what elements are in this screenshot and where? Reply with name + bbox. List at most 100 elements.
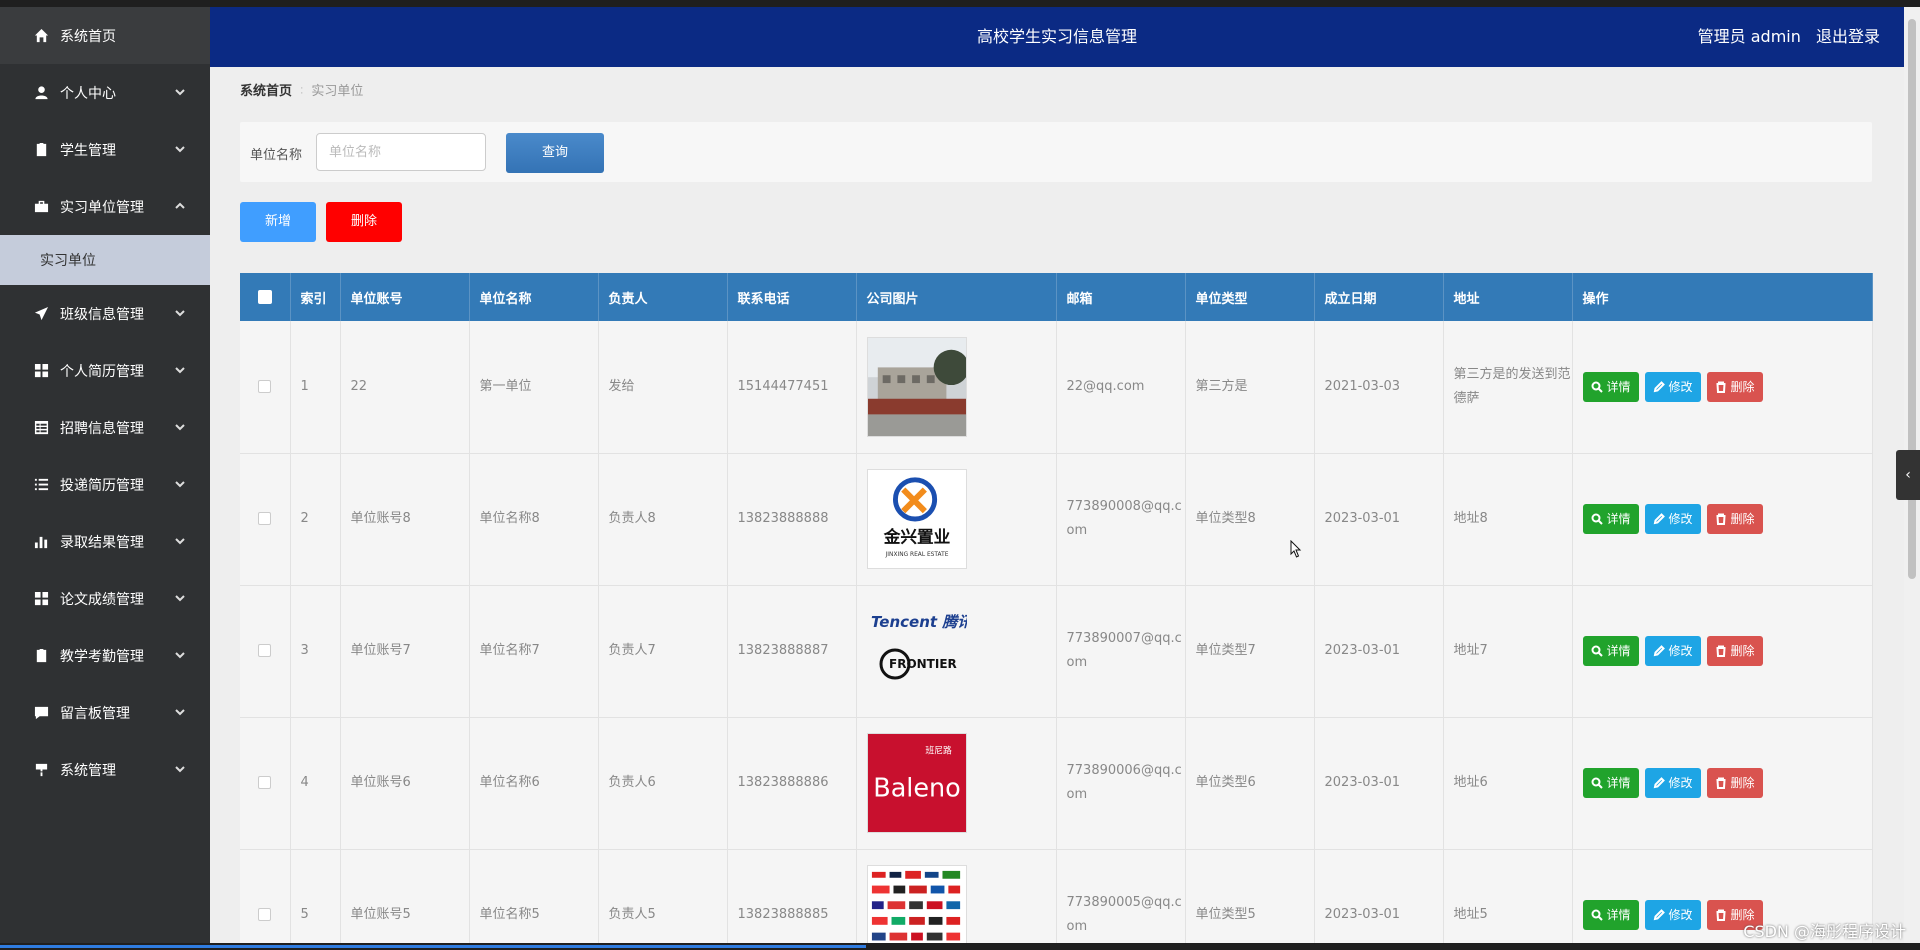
row-select-cell bbox=[240, 453, 291, 586]
chevron-down-icon bbox=[174, 421, 188, 435]
logout-link[interactable]: 退出登录 bbox=[1816, 27, 1880, 46]
briefcase-icon bbox=[32, 198, 50, 216]
select-all-checkbox[interactable] bbox=[257, 290, 272, 304]
progress-line bbox=[0, 945, 866, 948]
detail-button[interactable]: 详情 bbox=[1582, 900, 1639, 930]
jinxing-logo[interactable]: 金兴置业 JINXING REAL ESTATE bbox=[866, 469, 967, 569]
sidebar-item-home[interactable]: 系统首页 bbox=[0, 7, 210, 64]
trash-icon bbox=[1716, 777, 1726, 789]
sidebar-item-attendance[interactable]: 教学考勤管理 bbox=[0, 627, 210, 684]
query-button[interactable]: 查询 bbox=[506, 133, 604, 173]
edit-button[interactable]: 修改 bbox=[1644, 636, 1701, 666]
sidebar-subitem-internship-unit[interactable]: 实习单位 bbox=[0, 235, 210, 285]
edit-label: 修改 bbox=[1668, 776, 1693, 790]
sidebar-item-admission-results[interactable]: 录取结果管理 bbox=[0, 513, 210, 570]
sidebar-item-internship-units[interactable]: 实习单位管理 bbox=[0, 178, 210, 235]
list-icon bbox=[32, 476, 50, 494]
sidebar-item-personal-center[interactable]: 个人中心 bbox=[0, 64, 210, 121]
unit-name-input[interactable] bbox=[316, 133, 486, 171]
cell-address: 第三方是的发送到范德萨 bbox=[1443, 321, 1573, 454]
row-checkbox[interactable] bbox=[258, 512, 272, 525]
delete-row-button[interactable]: 删除 bbox=[1706, 371, 1763, 402]
cell-type: 单位类型7 bbox=[1185, 585, 1315, 718]
breadcrumb-home[interactable]: 系统首页 bbox=[240, 84, 292, 99]
detail-button[interactable]: 详情 bbox=[1582, 768, 1639, 798]
row-checkbox[interactable] bbox=[258, 776, 272, 789]
cell-account: 单位账号8 bbox=[340, 453, 470, 586]
search-icon bbox=[1591, 513, 1603, 525]
baleno-logo[interactable]: 班尼路 Baleno bbox=[866, 733, 967, 833]
column-header: 地址 bbox=[1443, 273, 1573, 321]
sidebar-item-label: 班级信息管理 bbox=[60, 306, 144, 323]
sidebar-item-label: 留言板管理 bbox=[60, 705, 130, 722]
search-icon bbox=[1591, 777, 1603, 789]
sidebar-item-recruitment[interactable]: 招聘信息管理 bbox=[0, 399, 210, 456]
sidebar-item-message-board[interactable]: 留言板管理 bbox=[0, 684, 210, 741]
row-checkbox[interactable] bbox=[258, 379, 272, 393]
sidebar-item-resume[interactable]: 个人简历管理 bbox=[0, 342, 210, 399]
delete-row-button[interactable]: 删除 bbox=[1706, 636, 1763, 666]
cell-actions: 详情 修改 删除 bbox=[1572, 585, 1873, 718]
tencent-logo-text: Tencent 腾讯 bbox=[871, 613, 967, 631]
sidebar-item-label: 教学考勤管理 bbox=[60, 648, 144, 665]
detail-button[interactable]: 详情 bbox=[1582, 636, 1639, 666]
detail-button[interactable]: 详情 bbox=[1582, 504, 1639, 534]
cell-account: 单位账号6 bbox=[340, 717, 470, 850]
cell-actions: 详情 修改 删除 bbox=[1572, 321, 1873, 454]
edit-button[interactable]: 修改 bbox=[1644, 504, 1701, 534]
cell-index: 1 bbox=[290, 321, 341, 454]
cell-address: 地址7 bbox=[1443, 585, 1573, 718]
chevron-down-icon bbox=[174, 763, 188, 777]
tencent-frontier-logo[interactable]: Tencent 腾讯 FRONTIER bbox=[866, 601, 967, 701]
cell-date: 2023-03-01 bbox=[1314, 585, 1444, 718]
edit-button[interactable]: 修改 bbox=[1644, 371, 1701, 402]
column-header: 单位账号 bbox=[340, 273, 470, 321]
select-all-cell bbox=[240, 273, 291, 321]
sidebar-item-system[interactable]: 系统管理 bbox=[0, 741, 210, 798]
breadcrumb: 系统首页 ∶ 实习单位 bbox=[240, 80, 363, 99]
bar-chart-icon bbox=[32, 533, 50, 551]
cell-email: 22@qq.com bbox=[1056, 321, 1186, 454]
column-header: 操作 bbox=[1572, 273, 1873, 321]
row-checkbox[interactable] bbox=[258, 908, 272, 921]
sidebar-subitem-label: 实习单位 bbox=[40, 253, 96, 269]
edit-button[interactable]: 修改 bbox=[1644, 900, 1701, 930]
sidebar-item-students[interactable]: 学生管理 bbox=[0, 121, 210, 178]
brand-collage[interactable] bbox=[866, 865, 967, 943]
chevron-down-icon bbox=[174, 364, 188, 378]
cell-date: 2021-03-03 bbox=[1314, 321, 1444, 454]
delete-row-button[interactable]: 删除 bbox=[1706, 504, 1763, 534]
cell-image: Tencent 腾讯 FRONTIER bbox=[856, 585, 1057, 718]
cell-phone: 13823888885 bbox=[727, 849, 857, 943]
sidebar-item-thesis-grades[interactable]: 论文成绩管理 bbox=[0, 570, 210, 627]
edit-label: 修改 bbox=[1668, 644, 1693, 658]
edit-button[interactable]: 修改 bbox=[1644, 768, 1701, 798]
top-strip bbox=[0, 0, 1920, 7]
batch-delete-button[interactable]: 删除 bbox=[326, 202, 402, 242]
cell-type: 单位类型6 bbox=[1185, 717, 1315, 850]
building-photo[interactable] bbox=[866, 336, 967, 437]
sidebar-item-class-info[interactable]: 班级信息管理 bbox=[0, 285, 210, 342]
sidebar-item-label: 投递简历管理 bbox=[60, 477, 144, 494]
chevron-down-icon bbox=[174, 649, 188, 663]
row-select-cell bbox=[240, 321, 291, 454]
delete-label: 删除 bbox=[1730, 512, 1755, 526]
row-checkbox[interactable] bbox=[258, 644, 272, 657]
sidebar-item-label: 个人简历管理 bbox=[60, 363, 144, 380]
detail-label: 详情 bbox=[1606, 908, 1631, 922]
delete-row-button[interactable]: 删除 bbox=[1706, 768, 1763, 798]
cell-owner: 负责人7 bbox=[598, 585, 728, 718]
units-table: 索引 单位账号 单位名称 负责人 联系电话 公司图片 邮箱 单位类型 成立日期 … bbox=[240, 273, 1873, 943]
cell-address: 地址5 bbox=[1443, 849, 1573, 943]
sidebar-item-resume-delivery[interactable]: 投递简历管理 bbox=[0, 456, 210, 513]
baleno-cn-text: 班尼路 bbox=[925, 745, 952, 757]
chevron-left-icon[interactable]: ‹ bbox=[1896, 450, 1920, 500]
detail-button[interactable]: 详情 bbox=[1582, 371, 1639, 402]
add-button[interactable]: 新增 bbox=[240, 202, 316, 242]
edit-label: 修改 bbox=[1668, 512, 1693, 526]
cell-date: 2023-03-01 bbox=[1314, 849, 1444, 943]
cell-actions: 详情 修改 删除 bbox=[1572, 453, 1873, 586]
row-select-cell bbox=[240, 717, 291, 850]
mouse-cursor-icon bbox=[1290, 540, 1302, 558]
breadcrumb-current: 实习单位 bbox=[311, 84, 364, 99]
